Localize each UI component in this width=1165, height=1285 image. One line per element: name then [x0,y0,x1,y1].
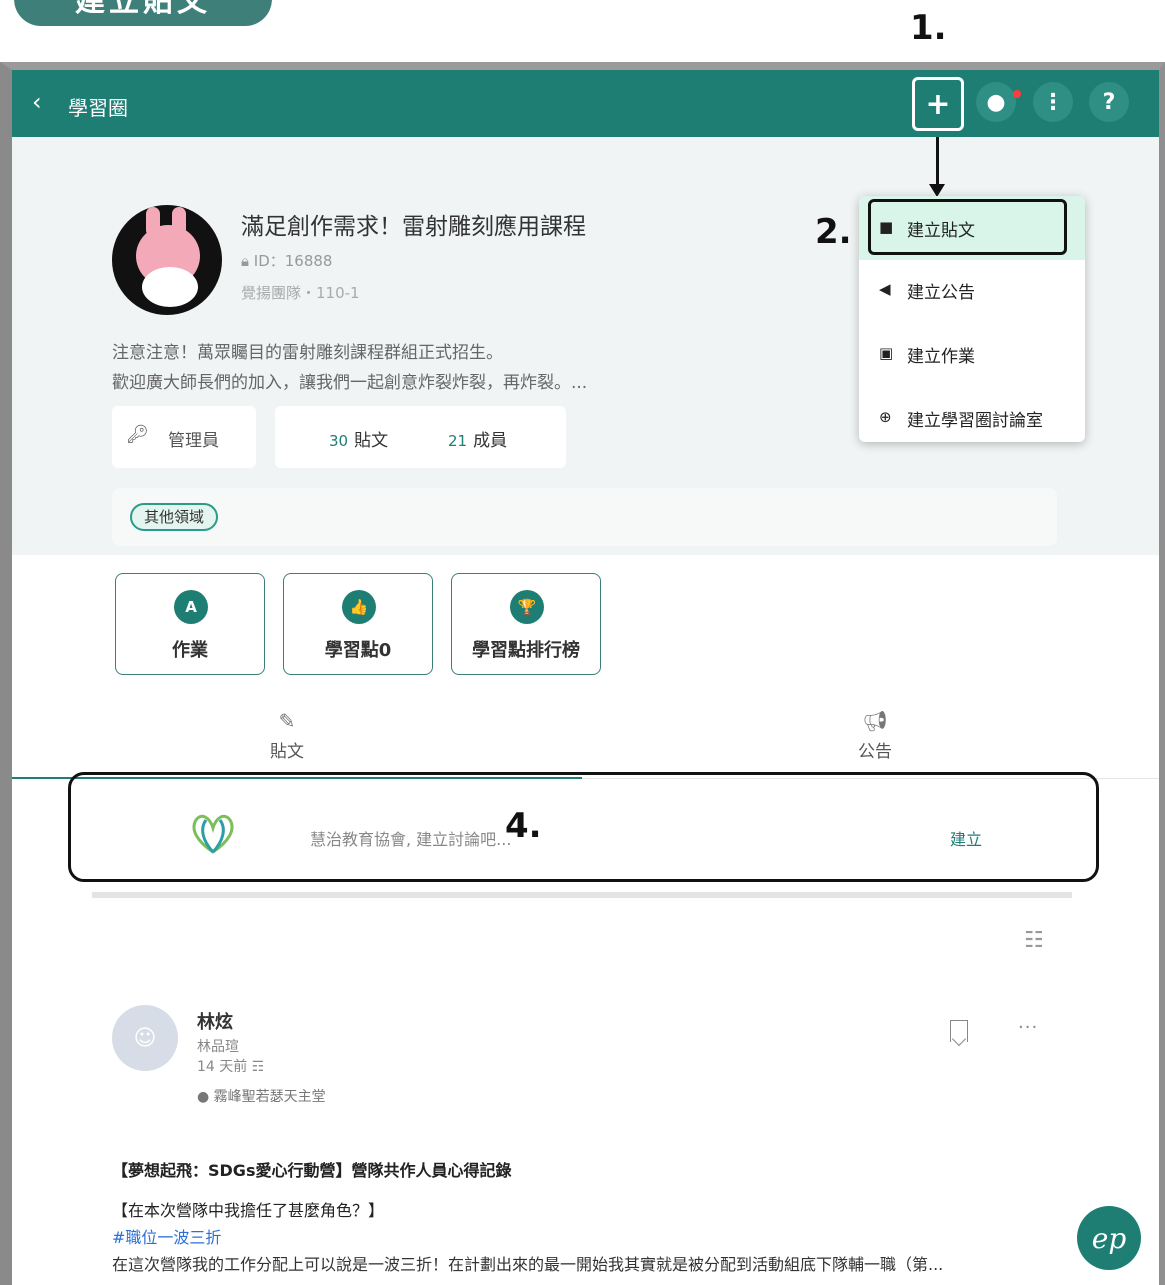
homework-label: 作業 [172,640,208,661]
admin-button[interactable]: 🔑︎ 管理員 [112,406,256,468]
tab-bar: ✎ 貼文 📢︎ 公告 [12,703,1159,779]
members-stat[interactable]: 21 成員 [448,426,507,451]
circle-title: 滿足創作需求！雷射雕刻應用課程 [241,214,586,240]
post-author[interactable]: 林炫 [197,1008,233,1034]
posts-stat[interactable]: 30 貼文 [329,426,388,451]
top-bar: ‹ 學習圈 + ● ⋮ ? [12,70,1159,137]
menu-item-label: 建立公告 [907,283,975,303]
add-chat-icon: ⊕ [879,408,892,426]
tag-box: 其他領域 [112,488,1057,546]
circle-subtitle: 覺揚團隊・110-1 [241,284,360,302]
ep-fab-button[interactable]: ep [1077,1206,1141,1270]
megaphone-icon: 📢︎ [862,709,888,733]
learning-points-label: 學習點0 [324,640,392,661]
post-location-text: 霧峰聖若瑟天主堂 [213,1089,326,1105]
tab-posts[interactable]: ✎ 貼文 [187,709,387,762]
tab-announcements-label: 公告 [858,742,892,762]
menu-item-create-discussion-room[interactable]: ⊕ 建立學習圈討論室 [859,386,1085,442]
menu-item-create-homework[interactable]: ▣ 建立作業 [859,322,1085,386]
circle-id-text: ID：16888 [253,252,333,270]
step-4-label: 4. [505,806,542,846]
menu-item-create-announcement[interactable]: ◀ 建立公告 [859,258,1085,322]
post-title: 【夢想起飛：SDGs愛心行動營】營隊共作人員心得記錄 [112,1161,512,1180]
leaderboard-label: 學習點排行榜 [472,640,580,661]
thumbs-up-icon: 👍 [342,590,376,624]
tab-posts-label: 貼文 [270,742,304,762]
homework-button[interactable]: A 作業 [115,573,265,675]
more-horizontal-icon[interactable]: ··· [1018,1017,1038,1038]
notification-dot [1013,90,1021,98]
leaderboard-button[interactable]: 🏆 學習點排行榜 [451,573,601,675]
key-icon: 🔑︎ [126,424,149,445]
step-2-label: 2. [815,212,852,252]
stats-box: 30 貼文 21 成員 [275,406,566,468]
lock-icon: 🔒︎ [241,252,249,270]
menu-item-label: 建立作業 [907,347,975,367]
megaphone-icon: ◀ [879,280,891,298]
grid-view-icon[interactable]: ☷ [1024,928,1044,953]
help-icon[interactable]: ? [1089,82,1129,122]
more-vertical-icon[interactable]: ⋮ [1033,82,1073,122]
homework-icon: A [174,590,208,624]
menu-item-label: 建立學習圈討論室 [907,411,1043,431]
app-screenshot-frame: ‹ 學習圈 + ● ⋮ ? 滿足創作需求！雷射雕刻應用課程 🔒︎ ID：1688… [0,62,1165,1285]
chat-icon[interactable]: ● [976,82,1016,122]
avatar[interactable]: ☺ [112,1005,178,1071]
chevron-left-icon[interactable]: ‹ [32,88,42,116]
post-hashtag[interactable]: #職位一波三折 [112,1224,221,1248]
tab-announcements[interactable]: 📢︎ 公告 [775,709,975,762]
trophy-icon: 🏆 [510,590,544,624]
divider [92,892,1072,898]
post-time: 14 天前 ☶ [197,1056,264,1076]
post-time-text: 14 天前 [197,1059,248,1075]
admin-label: 管理員 [168,431,219,451]
post-author-sub: 林品瑄 [197,1039,239,1055]
posts-count: 30 [329,432,349,450]
circle-description-line-1: 注意注意！萬眾矚目的雷射雕刻課程群組正式招生。 [112,343,503,363]
learning-points-button[interactable]: 👍 學習點0 [283,573,433,675]
page-title: 學習圈 [68,96,128,120]
members-count: 21 [448,432,468,450]
bookmark-icon[interactable] [950,1020,968,1042]
step-title-pill: 建立貼文 [14,0,272,26]
circle-avatar [112,205,222,315]
menu-highlight [868,199,1067,255]
post-location: ● 霧峰聖若瑟天主堂 [197,1086,326,1106]
location-pin-icon: ● [197,1089,210,1105]
posts-label: 貼文 [354,431,389,451]
screen: 建立貼文 1. ‹ 學習圈 + ● ⋮ ? 滿足創作需求！雷射雕刻應用課程 🔒︎… [0,0,1165,1285]
post-question: 【在本次營隊中我擔任了甚麼角色？】 [112,1201,385,1220]
audience-icon: ☶ [251,1059,265,1075]
add-document-icon: ▣ [879,344,894,362]
step-1-label: 1. [910,8,947,48]
arrow-line [936,137,939,187]
plus-icon[interactable]: + [912,77,964,131]
domain-tag[interactable]: 其他領域 [130,503,219,531]
edit-icon: ✎ [278,709,296,733]
post-body: 在這次營隊我的工作分配上可以說是一波三折！在計劃出來的最一開始我其實就是被分配到… [112,1255,944,1274]
circle-description-line-2: 歡迎廣大師長們的加入，讓我們一起創意炸裂炸裂，再炸裂。... [112,373,588,393]
members-label: 成員 [473,431,508,451]
circle-id: 🔒︎ ID：16888 [241,250,332,271]
composer-highlight [68,772,1099,882]
